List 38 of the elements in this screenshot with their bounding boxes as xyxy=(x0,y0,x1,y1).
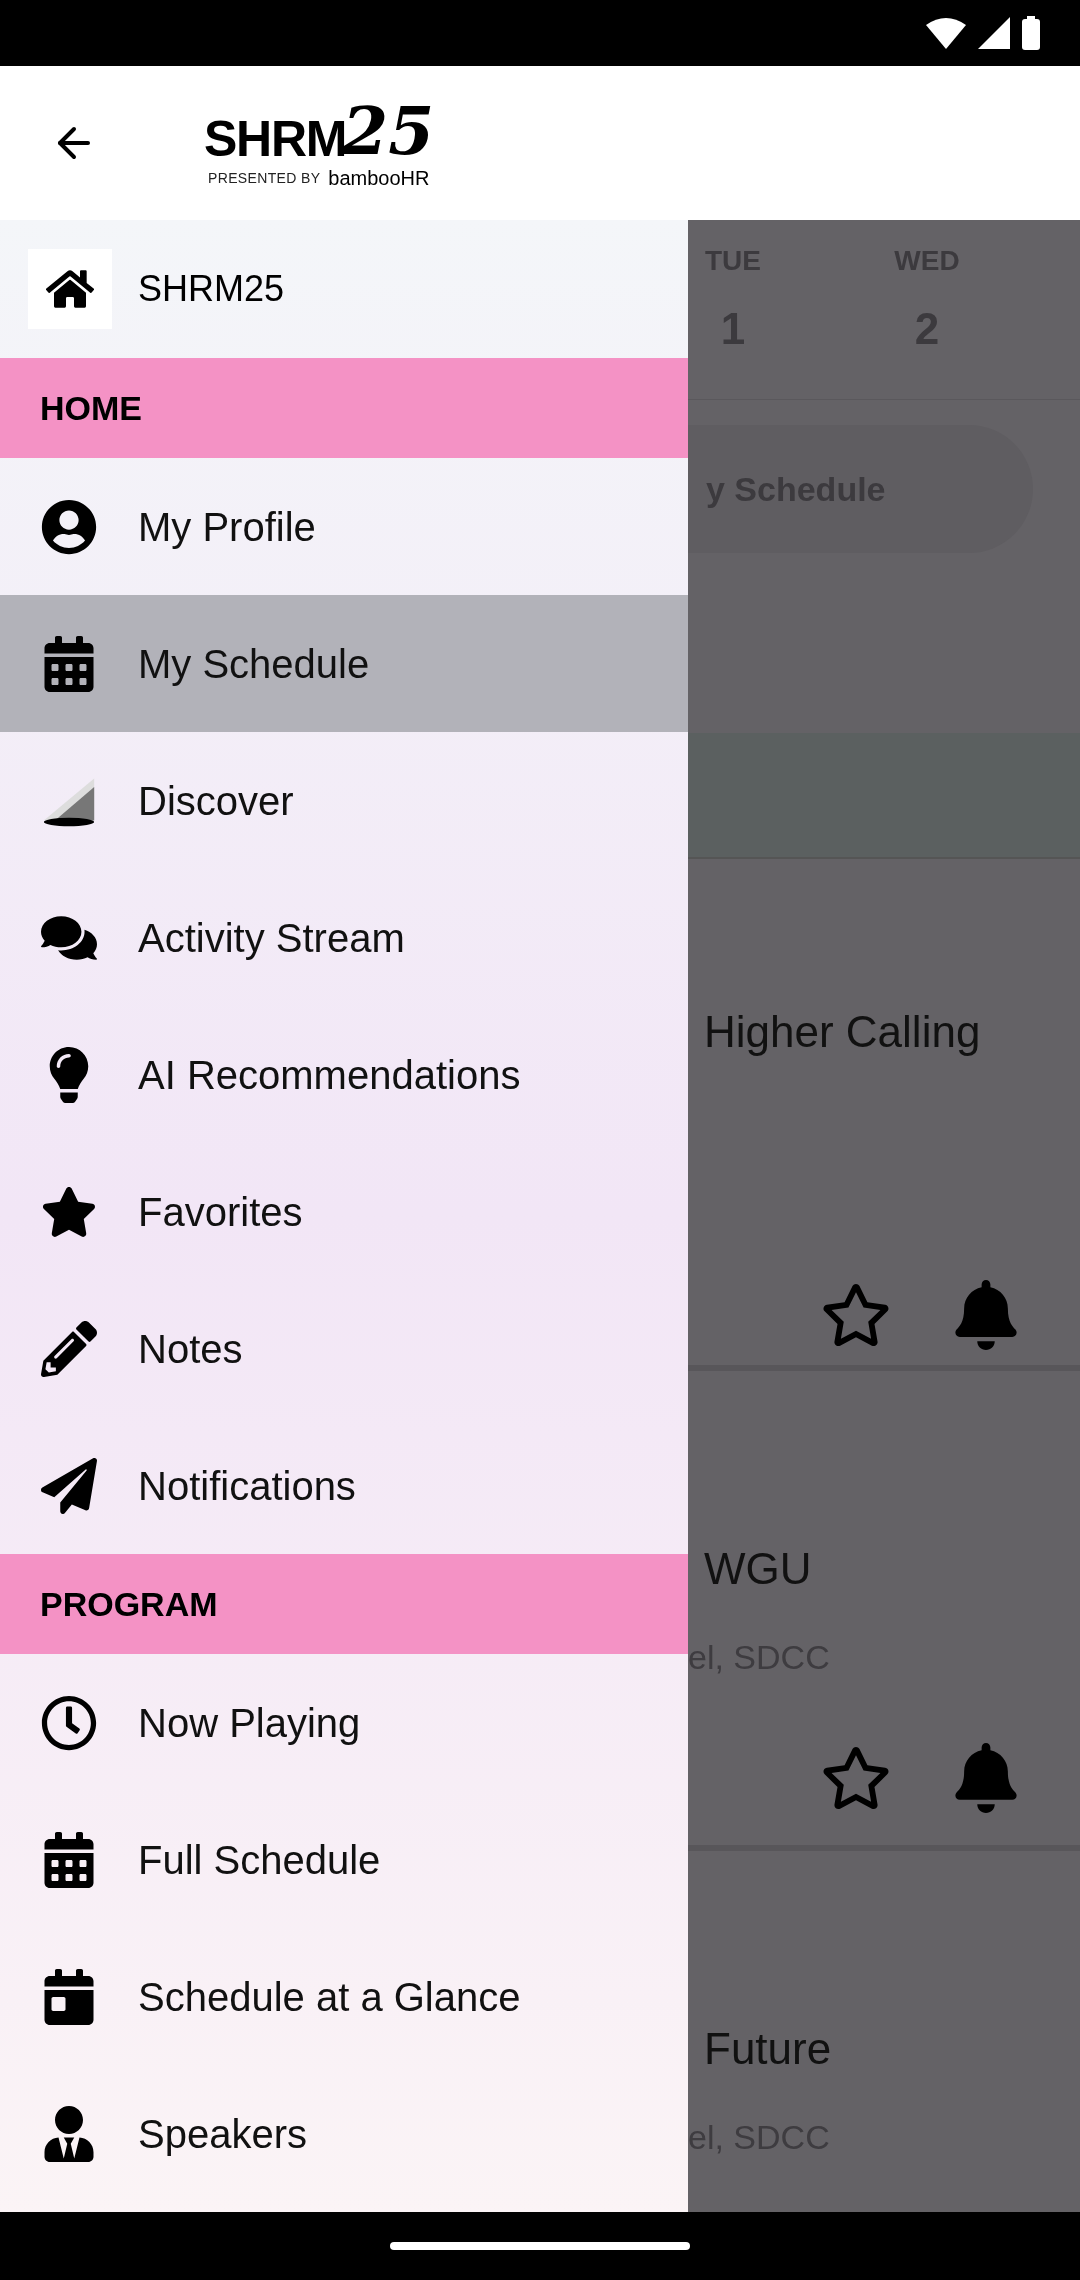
menu-item[interactable]: Notes xyxy=(0,1280,688,1417)
menu-item-label: Activity Stream xyxy=(138,914,405,962)
menu-item-label: Favorites xyxy=(138,1188,303,1236)
battery-icon xyxy=(1022,16,1040,50)
menu-item[interactable]: Full Schedule xyxy=(0,1791,688,1928)
presented-by-text: PRESENTED BY xyxy=(208,168,321,188)
menu-item[interactable]: Schedule at a Glance xyxy=(0,1928,688,2065)
menu-item-label: My Profile xyxy=(138,503,316,551)
pencil-icon xyxy=(41,1320,97,1377)
menu-item[interactable]: Now Playing xyxy=(0,1654,688,1791)
menu-item-label: My Schedule xyxy=(138,640,370,688)
menu-item[interactable]: AI Recommendations xyxy=(0,1006,688,1143)
menu-item-label: Full Schedule xyxy=(138,1836,381,1884)
section-header: PROGRAM xyxy=(0,1554,688,1654)
menu-item-label: Schedule at a Glance xyxy=(138,1973,521,2021)
section-header: HOME xyxy=(0,358,688,458)
menu-item-label: AI Recommendations xyxy=(138,1051,521,1099)
menu-item-label: Notifications xyxy=(138,1462,356,1510)
menu-item-label: Speakers xyxy=(138,2110,307,2158)
menu-item[interactable]: Activity Stream xyxy=(0,869,688,1006)
menu-item[interactable]: Favorites xyxy=(0,1143,688,1280)
session-title: Future xyxy=(703,2023,833,2075)
wifi-icon xyxy=(926,17,966,49)
paper-plane-icon xyxy=(41,1457,97,1514)
signal-icon xyxy=(978,17,1010,49)
menu-item[interactable]: Speakers xyxy=(0,2065,688,2202)
sponsor-logo-text: bambooHR xyxy=(328,168,430,188)
menu-item-label: Notes xyxy=(138,1325,243,1373)
menu-item-label: Now Playing xyxy=(138,1699,361,1747)
drawer-home-item[interactable]: SHRM25 xyxy=(0,220,688,358)
clock-icon xyxy=(41,1694,97,1751)
menu-item[interactable]: Discover xyxy=(0,732,688,869)
menu-item[interactable]: My Profile xyxy=(0,458,688,595)
menu-item[interactable]: My Schedule xyxy=(0,595,688,732)
session-title: Higher Calling xyxy=(703,1006,982,1058)
menu-item-label: Discover xyxy=(138,777,294,825)
menu-item[interactable]: Notifications xyxy=(0,1417,688,1554)
session-title: WGU xyxy=(703,1543,813,1595)
